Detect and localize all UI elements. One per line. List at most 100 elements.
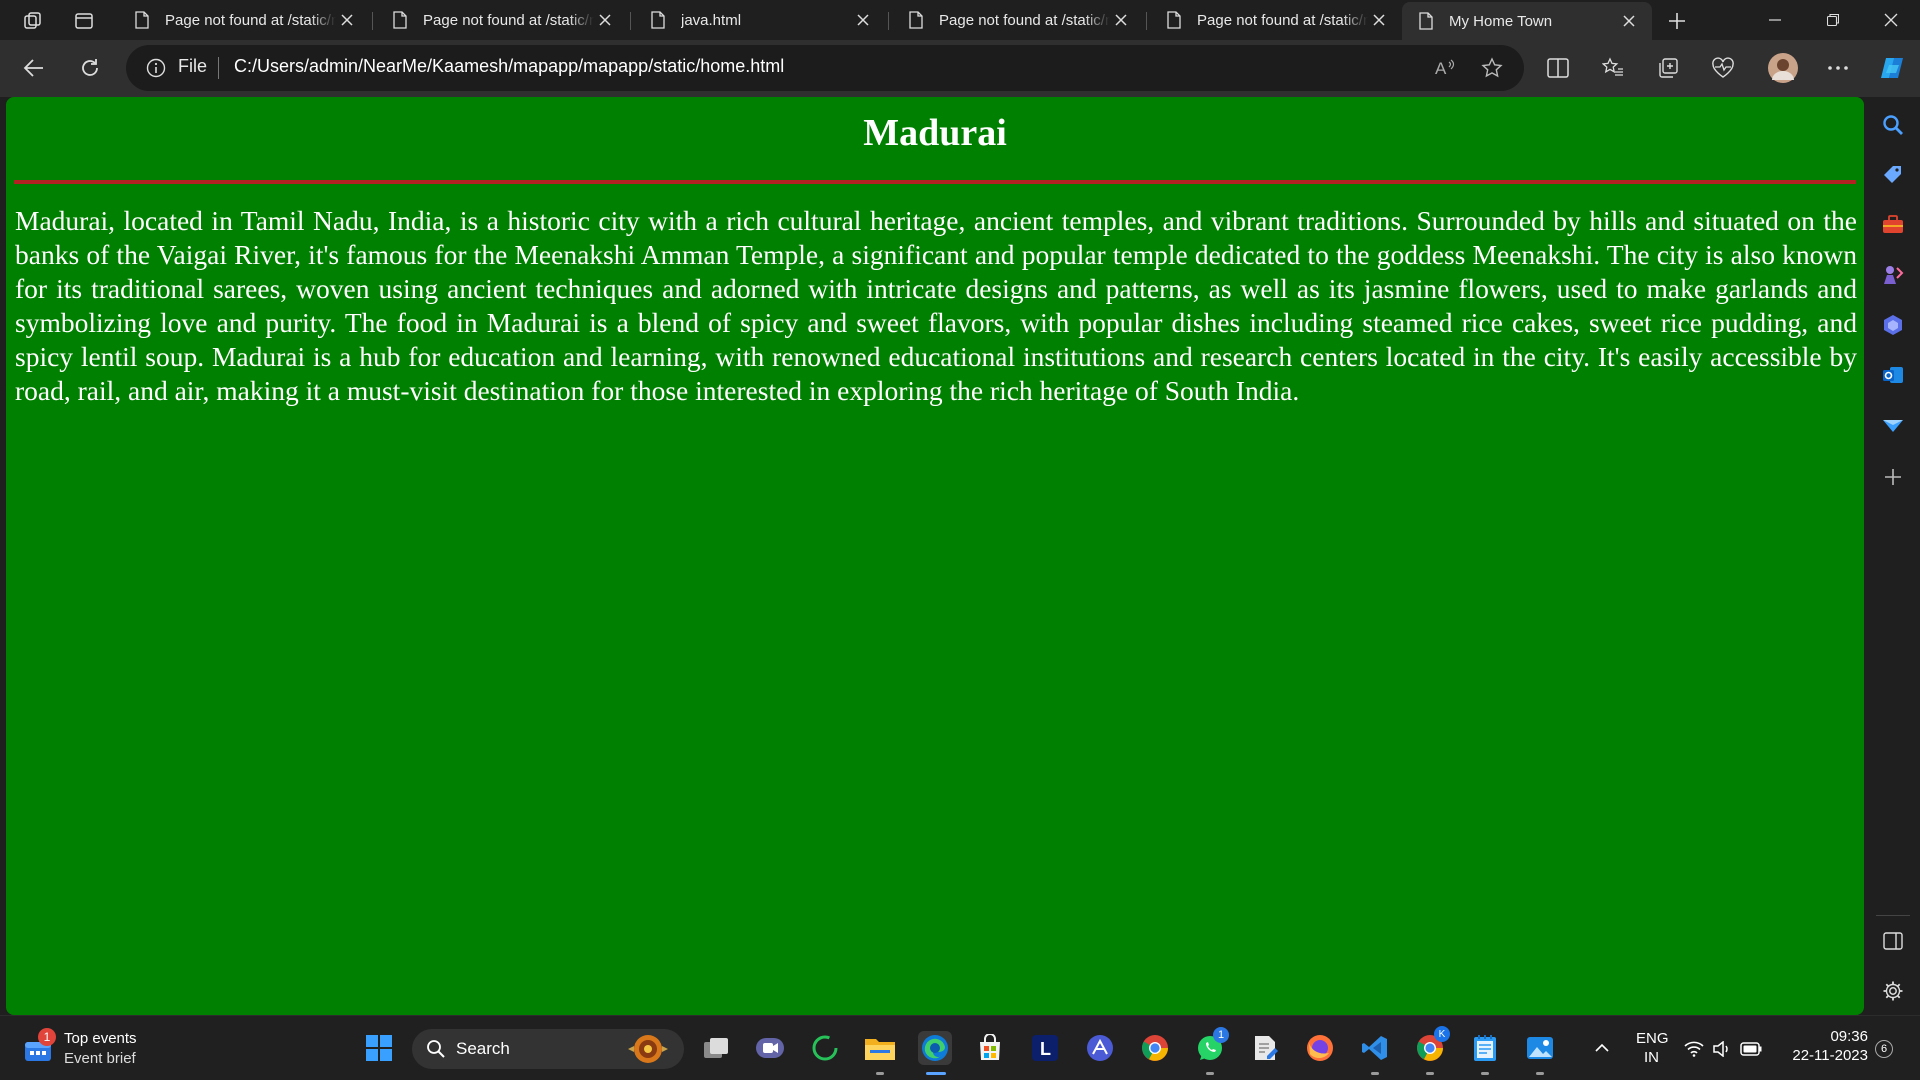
tab-page-not-found-1[interactable]: Page not found at /static/map	[118, 4, 370, 36]
microsoft-store-icon[interactable]	[973, 1031, 1007, 1065]
notification-center-badge[interactable]: 6	[1875, 1040, 1893, 1058]
minimize-icon[interactable]	[1748, 0, 1802, 40]
wifi-icon	[1684, 1041, 1704, 1057]
browser-essentials-icon[interactable]	[1705, 50, 1741, 86]
running-indicator	[1206, 1072, 1214, 1075]
back-arrow-icon[interactable]	[16, 50, 52, 86]
tab-actions-icon[interactable]	[71, 8, 97, 34]
teams-meet-icon[interactable]	[753, 1031, 787, 1065]
document-icon	[135, 11, 149, 29]
search-highlight-image	[628, 1035, 668, 1063]
close-tab-icon[interactable]	[1618, 10, 1640, 32]
widgets-button[interactable]: 1 Top events Event brief	[18, 1028, 158, 1070]
running-indicator	[1536, 1072, 1544, 1075]
split-screen-icon[interactable]	[1540, 50, 1576, 86]
tab-title: Page not found at /static/map	[939, 11, 1110, 29]
tab-separator	[630, 12, 631, 30]
collections-icon[interactable]	[1650, 50, 1686, 86]
outlook-icon[interactable]	[1881, 363, 1905, 387]
games-icon[interactable]	[1881, 263, 1905, 287]
svg-text:A: A	[1435, 59, 1447, 78]
notepad-pen-icon[interactable]	[1248, 1031, 1282, 1065]
new-tab-icon[interactable]	[1664, 8, 1690, 34]
language-indicator[interactable]: ENG IN	[1628, 1028, 1674, 1068]
add-sidebar-app-icon[interactable]	[1881, 465, 1905, 489]
microsoft-365-icon[interactable]	[1881, 313, 1905, 337]
page-content: Madurai Madurai, located in Tamil Nadu, …	[6, 97, 1864, 1015]
close-tab-icon[interactable]	[336, 9, 358, 31]
document-icon	[1419, 12, 1433, 30]
clock[interactable]: 09:36 22-11-2023	[1778, 1026, 1868, 1070]
taskbar-search[interactable]: Search	[412, 1029, 684, 1069]
edge-sidebar	[1866, 97, 1920, 1015]
notification-badge: 1	[38, 1028, 56, 1046]
tab-separator	[372, 12, 373, 30]
hide-sidebar-icon[interactable]	[1881, 929, 1905, 953]
close-window-icon[interactable]	[1864, 0, 1918, 40]
sidebar-divider	[1876, 915, 1910, 916]
more-options-icon[interactable]	[1820, 50, 1856, 86]
running-indicator	[876, 1072, 884, 1075]
task-view-icon[interactable]	[699, 1031, 733, 1065]
close-tab-icon[interactable]	[594, 9, 616, 31]
tab-title: My Home Town	[1449, 12, 1553, 30]
firefox-icon[interactable]	[1303, 1031, 1337, 1065]
active-indicator	[926, 1072, 946, 1075]
photos-icon[interactable]	[1523, 1031, 1557, 1065]
chrome-profile-icon[interactable]: K	[1413, 1026, 1450, 1065]
vscode-icon[interactable]	[1358, 1031, 1392, 1065]
tab-page-not-found-2[interactable]: Page not found at /static/map	[376, 4, 628, 36]
settings-gear-icon[interactable]	[1881, 979, 1905, 1003]
close-tab-icon[interactable]	[1368, 9, 1390, 31]
shopping-tag-icon[interactable]	[1881, 163, 1905, 187]
language-code: ENG	[1636, 1030, 1669, 1047]
url-text[interactable]: C:/Users/admin/NearMe/Kaamesh/mapapp/map…	[234, 56, 784, 77]
read-aloud-icon[interactable]: A	[1428, 50, 1464, 86]
chrome-icon[interactable]	[1138, 1031, 1172, 1065]
close-tab-icon[interactable]	[1110, 9, 1132, 31]
search-placeholder: Search	[456, 1039, 510, 1058]
whatsapp-icon[interactable]: 1	[1193, 1027, 1229, 1065]
tab-title: Page not found at /static/map	[423, 11, 594, 29]
favorites-icon[interactable]	[1595, 50, 1631, 86]
address-bar[interactable]: File C:/Users/admin/NearMe/Kaamesh/mapap…	[126, 45, 1524, 91]
tab-page-not-found-3[interactable]: Page not found at /static/map	[892, 4, 1144, 36]
widget-title: Top events	[64, 1030, 137, 1047]
tab-title: Page not found at /static/map	[1197, 11, 1368, 29]
drop-send-icon[interactable]	[1881, 413, 1905, 437]
show-hidden-icons-chevron-up-icon[interactable]	[1585, 1031, 1619, 1065]
search-icon	[427, 1040, 445, 1058]
search-icon[interactable]	[1881, 113, 1905, 137]
info-icon[interactable]	[146, 58, 166, 78]
running-indicator	[1481, 1072, 1489, 1075]
file-explorer-icon[interactable]	[863, 1031, 897, 1065]
windows-taskbar: 1 Top events Event brief Search L 1 K EN…	[0, 1015, 1920, 1080]
tab-separator	[888, 12, 889, 30]
close-tab-icon[interactable]	[852, 9, 874, 31]
tab-title: java.html	[681, 11, 742, 29]
browser-toolbar: File C:/Users/admin/NearMe/Kaamesh/mapap…	[0, 40, 1920, 97]
tab-my-home-town[interactable]: My Home Town	[1402, 2, 1652, 40]
tab-java-html[interactable]: java.html	[634, 4, 886, 36]
l-app-icon[interactable]: L	[1028, 1031, 1062, 1065]
copilot-icon[interactable]	[1874, 50, 1910, 86]
profile-avatar[interactable]	[1765, 50, 1801, 86]
edge-browser-icon[interactable]	[918, 1031, 952, 1065]
restore-icon[interactable]	[1806, 0, 1860, 40]
clock-time: 09:36	[1830, 1028, 1868, 1045]
tools-briefcase-icon[interactable]	[1881, 213, 1905, 237]
tab-title: Page not found at /static/map	[165, 11, 336, 29]
refresh-icon[interactable]	[72, 50, 108, 86]
tab-page-not-found-4[interactable]: Page not found at /static/map	[1150, 4, 1402, 36]
document-icon	[909, 11, 923, 29]
notepad-icon[interactable]	[1468, 1031, 1502, 1065]
start-button[interactable]	[362, 1031, 396, 1065]
page-paragraph: Madurai, located in Tamil Nadu, India, i…	[15, 205, 1857, 406]
workspaces-icon[interactable]	[20, 8, 46, 34]
quick-settings[interactable]	[1684, 1034, 1764, 1064]
region-code: IN	[1644, 1049, 1659, 1066]
refresh-app-icon[interactable]	[808, 1031, 842, 1065]
tab-strip: Page not found at /static/map Page not f…	[0, 0, 1920, 40]
triangle-app-icon[interactable]	[1083, 1031, 1117, 1065]
favorite-star-icon[interactable]	[1474, 50, 1510, 86]
